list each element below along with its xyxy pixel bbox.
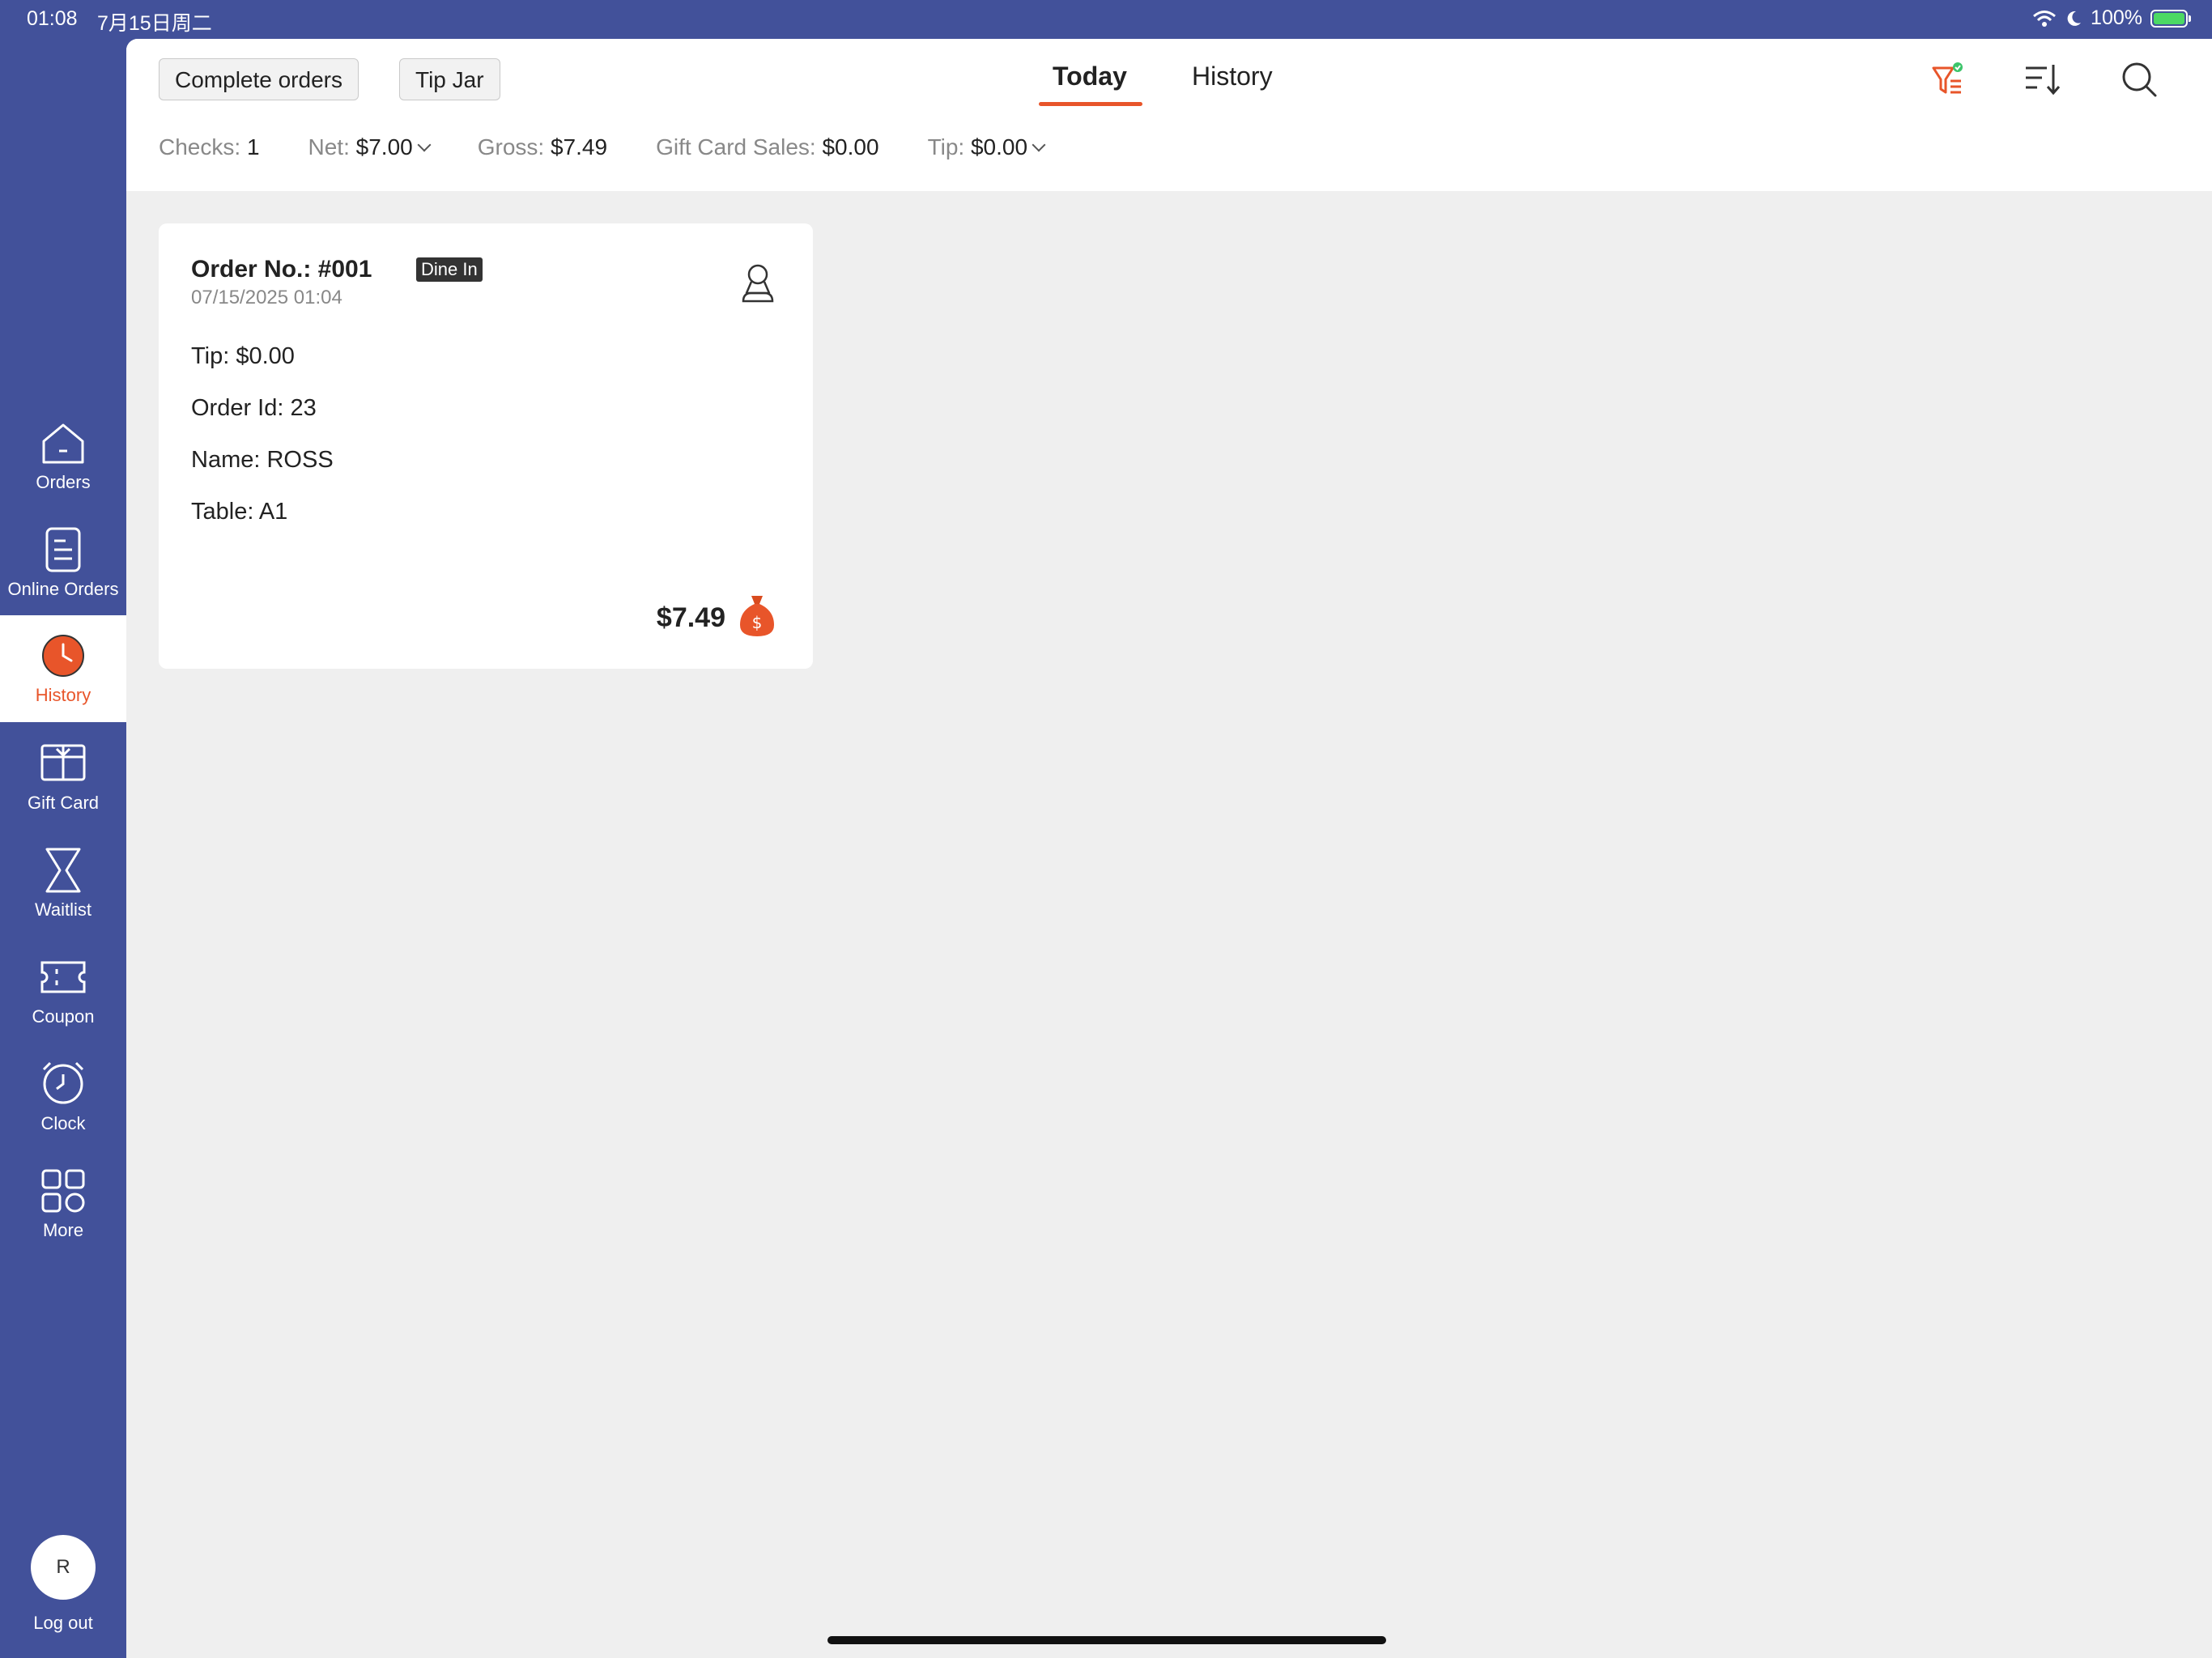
stat-label: Net: xyxy=(308,134,350,159)
logout-label: Log out xyxy=(33,1613,93,1633)
stat-net[interactable]: Net: $7.00 xyxy=(308,134,432,160)
sidebar-item-gift-card[interactable]: Gift Card xyxy=(0,741,126,848)
stat-value: $0.00 xyxy=(822,134,879,159)
status-bar: 01:08 7月15日周二 100% xyxy=(0,0,2212,39)
stat-gross: Gross: $7.49 xyxy=(478,134,607,160)
complete-orders-button[interactable]: Complete orders xyxy=(159,58,359,100)
main-panel: Complete orders Tip Jar Today History Ch… xyxy=(126,39,2212,1658)
order-name: Name: ROSS xyxy=(191,447,334,473)
person-icon[interactable] xyxy=(740,262,776,304)
battery-percent: 100% xyxy=(2091,6,2142,29)
clock-icon xyxy=(42,635,84,677)
sidebar-item-label: Clock xyxy=(40,1113,86,1133)
sidebar: Orders Online Orders History Gift Card W… xyxy=(0,39,126,1658)
order-number: Order No.: #001 xyxy=(191,256,372,283)
chevron-down-icon xyxy=(1032,138,1046,152)
sidebar-item-label: Coupon xyxy=(32,1006,95,1027)
sidebar-item-label: Waitlist xyxy=(34,899,92,920)
order-id: Order Id: 23 xyxy=(191,395,317,421)
wifi-icon xyxy=(2033,10,2057,27)
order-datetime: 07/15/2025 01:04 xyxy=(191,287,342,308)
stats-bar: Checks: 1 Net: $7.00 Gross: $7.49 Gift C… xyxy=(159,134,1092,160)
grid-icon xyxy=(41,1169,85,1213)
status-time: 01:08 xyxy=(27,7,78,30)
stat-label: Checks: xyxy=(159,134,241,159)
document-icon xyxy=(45,527,81,572)
tip-jar-button[interactable]: Tip Jar xyxy=(399,58,500,100)
gift-card-icon xyxy=(40,744,86,781)
coupon-icon xyxy=(40,961,86,993)
status-indicators: 100% xyxy=(2032,6,2191,30)
sidebar-item-label: More xyxy=(42,1220,84,1240)
stat-value: $0.00 xyxy=(970,134,1028,159)
sort-icon[interactable] xyxy=(2023,60,2061,99)
sidebar-item-label: History xyxy=(35,685,91,705)
search-icon[interactable] xyxy=(2120,60,2159,99)
stat-gift-card-sales: Gift Card Sales: $0.00 xyxy=(656,134,879,160)
sidebar-item-coupon[interactable]: Coupon xyxy=(0,954,126,1061)
active-tab-indicator xyxy=(1039,102,1142,106)
sidebar-item-history[interactable]: History xyxy=(0,615,126,722)
home-indicator[interactable] xyxy=(827,1636,1386,1644)
avatar: R xyxy=(31,1535,96,1600)
moon-icon xyxy=(2067,11,2082,26)
filter-icon[interactable] xyxy=(1929,60,1967,99)
sidebar-item-label: Online Orders xyxy=(7,579,119,599)
status-date: 7月15日周二 xyxy=(97,12,212,35)
sidebar-item-clock[interactable]: Clock xyxy=(0,1061,126,1168)
battery-icon xyxy=(2150,9,2191,28)
order-tip: Tip: $0.00 xyxy=(191,343,295,369)
top-bar: Complete orders Tip Jar Today History Ch… xyxy=(126,39,2212,191)
stat-checks: Checks: 1 xyxy=(159,134,260,160)
stat-value: $7.00 xyxy=(355,134,413,159)
stat-label: Tip: xyxy=(927,134,965,159)
chevron-down-icon xyxy=(417,138,432,152)
stat-value: 1 xyxy=(246,134,260,159)
alarm-clock-icon xyxy=(42,1061,84,1104)
svg-text:$: $ xyxy=(752,613,763,632)
order-card[interactable]: Order No.: #001 Dine In 07/15/2025 01:04… xyxy=(159,223,813,669)
stat-value: $7.49 xyxy=(550,134,608,159)
sidebar-item-orders[interactable]: Orders xyxy=(0,420,126,527)
order-total: $7.49 xyxy=(656,602,725,633)
sidebar-item-more[interactable]: More xyxy=(0,1168,126,1275)
money-bag-icon: $ xyxy=(740,596,774,636)
stat-tip[interactable]: Tip: $0.00 xyxy=(927,134,1046,160)
order-table: Table: A1 xyxy=(191,499,288,525)
tab-today[interactable]: Today xyxy=(1053,62,1127,91)
order-type-badge: Dine In xyxy=(416,257,483,282)
stat-label: Gross: xyxy=(477,134,545,159)
sidebar-item-label: Orders xyxy=(36,472,91,492)
stat-label: Gift Card Sales: xyxy=(656,134,816,159)
sidebar-item-label: Gift Card xyxy=(27,793,100,813)
logout-button[interactable]: R Log out xyxy=(0,1535,126,1634)
sidebar-item-waitlist[interactable]: Waitlist xyxy=(0,848,126,954)
home-icon xyxy=(42,423,84,464)
hourglass-icon xyxy=(45,848,81,893)
tab-history[interactable]: History xyxy=(1192,62,1273,91)
